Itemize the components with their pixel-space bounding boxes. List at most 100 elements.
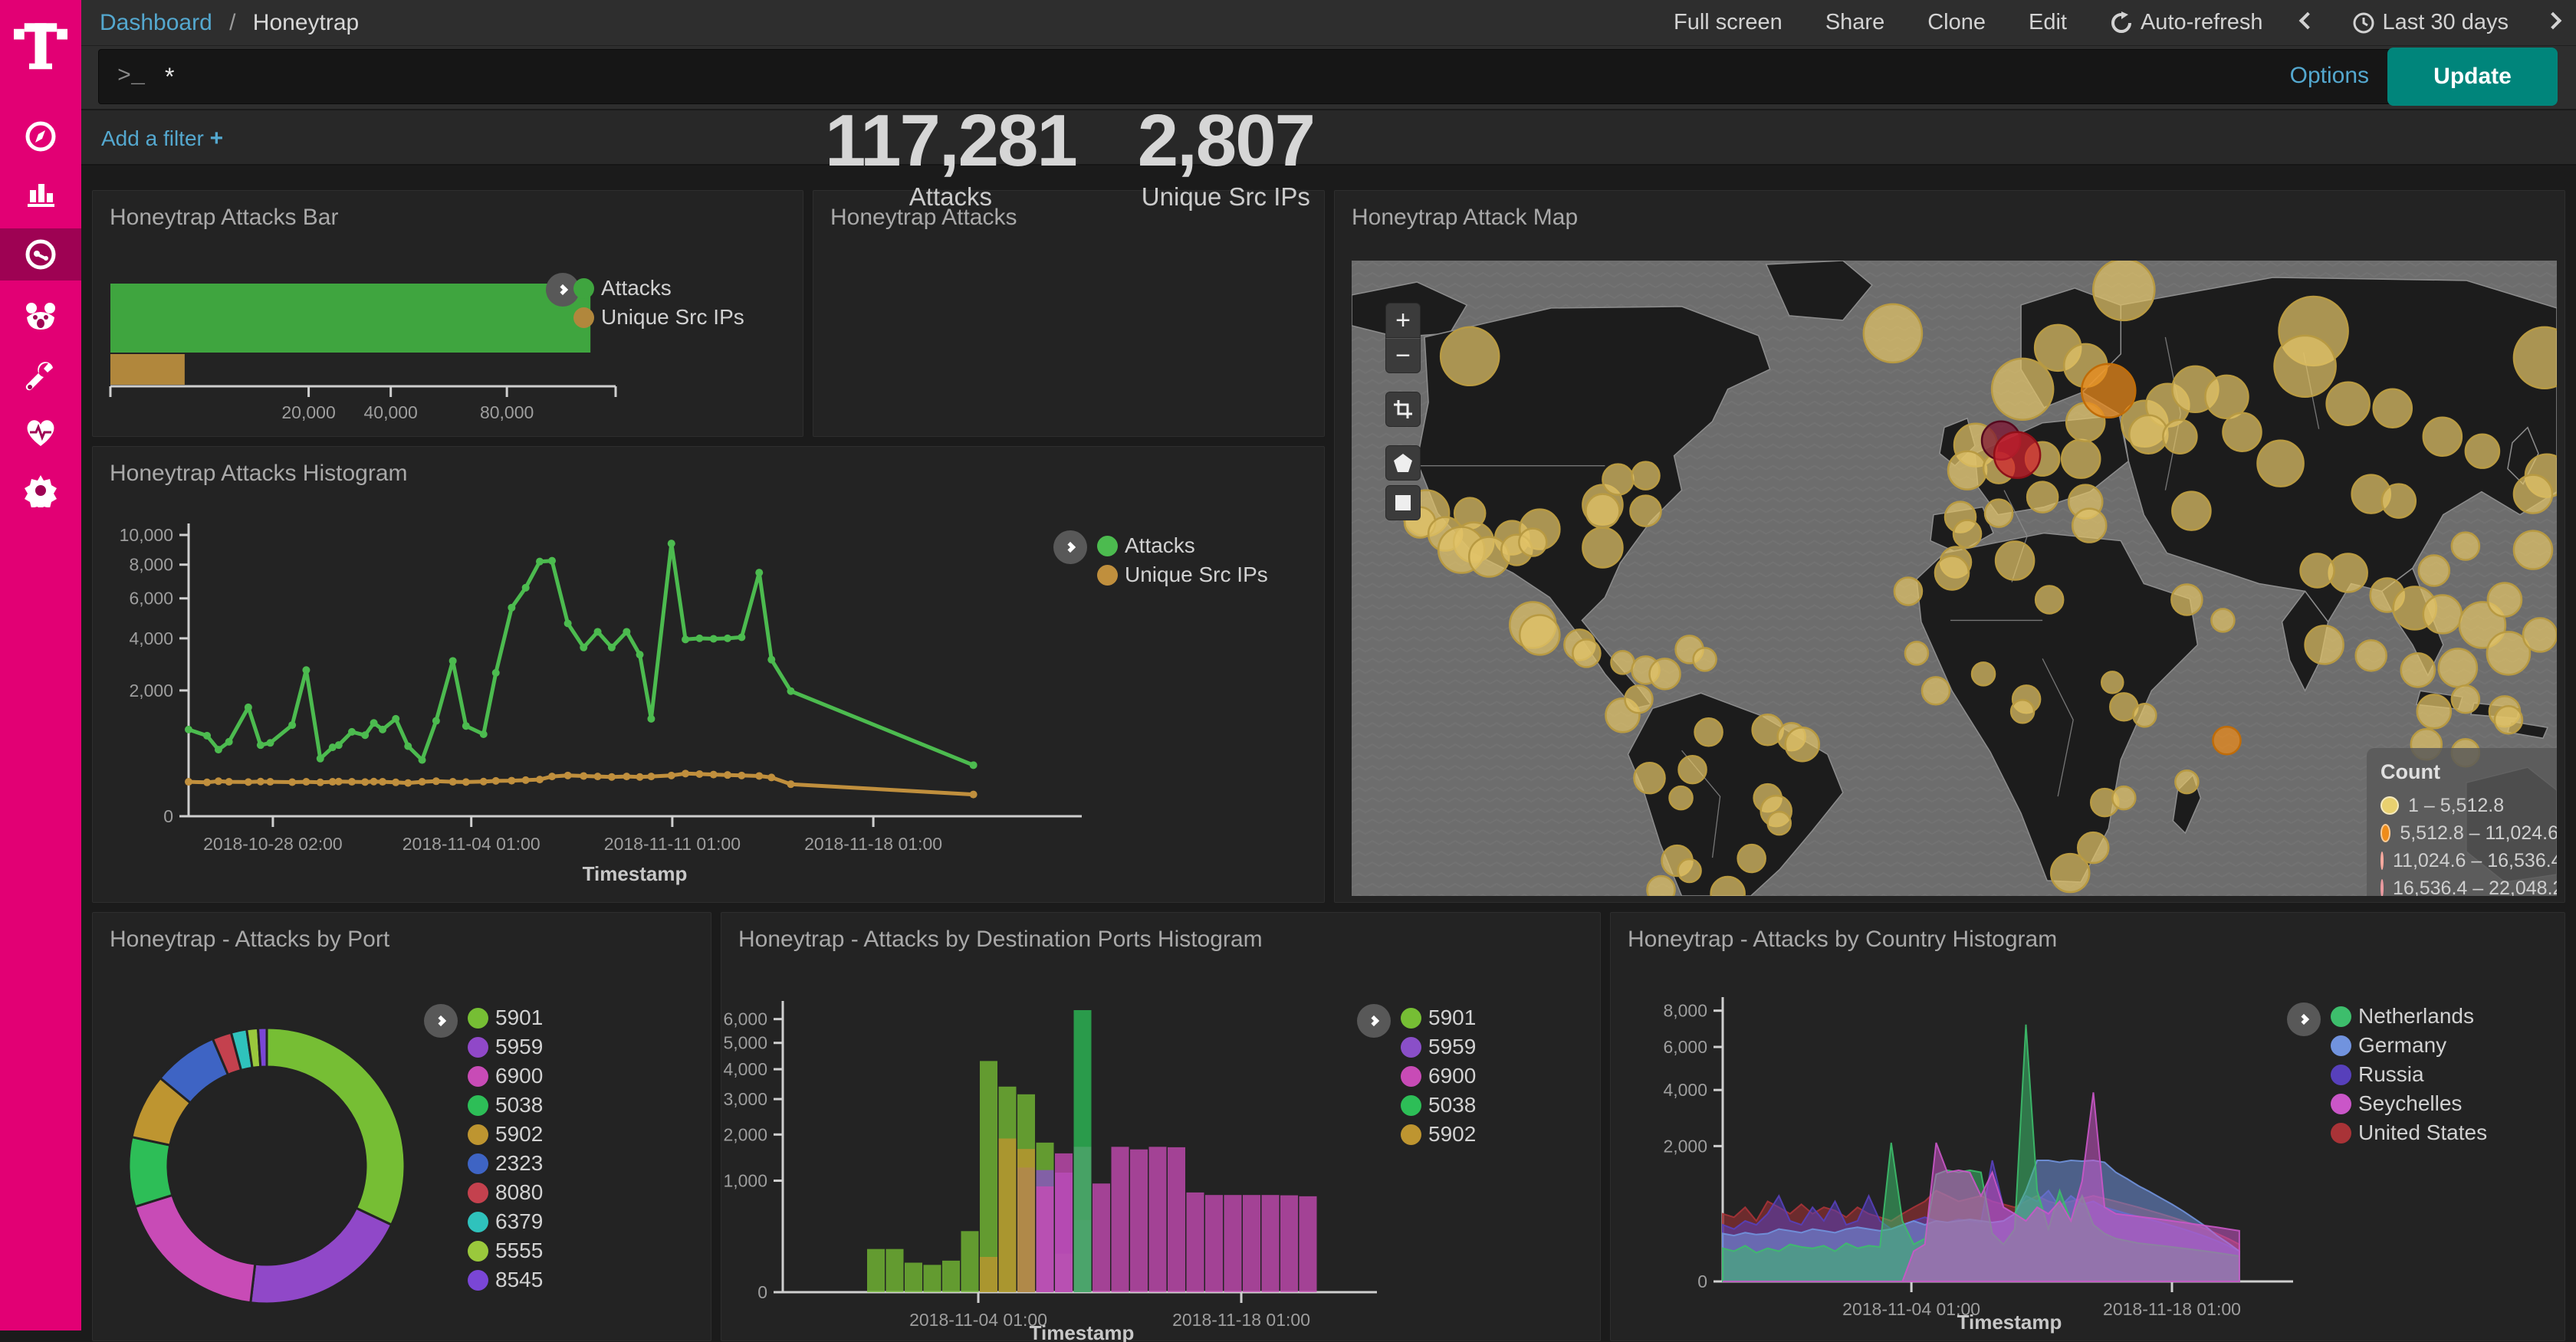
data-point[interactable] xyxy=(432,777,440,785)
hist-bar-6900[interactable] xyxy=(1168,1147,1185,1292)
legend-item[interactable]: United States xyxy=(2331,1118,2487,1147)
legend-item[interactable]: 5038 xyxy=(468,1091,543,1120)
bar-attacks[interactable] xyxy=(110,284,590,353)
map-bubble[interactable] xyxy=(1694,648,1717,671)
map-bubble[interactable] xyxy=(1922,677,1950,704)
sidebar-item-devtools[interactable] xyxy=(0,351,81,400)
hist-bar-5901[interactable] xyxy=(867,1249,885,1292)
fullscreen-button[interactable]: Full screen xyxy=(1652,10,1804,35)
data-point[interactable] xyxy=(302,666,310,674)
data-point[interactable] xyxy=(695,635,703,642)
zoom-out-button[interactable]: − xyxy=(1385,338,1421,373)
map-bubble[interactable] xyxy=(2495,706,2522,733)
hist-bar-5901[interactable] xyxy=(905,1263,922,1292)
data-point[interactable] xyxy=(738,772,745,779)
donut-slice-5901[interactable] xyxy=(267,1028,405,1225)
map-bubble[interactable] xyxy=(1894,578,1922,605)
data-point[interactable] xyxy=(508,777,515,785)
map-bubble[interactable] xyxy=(1953,520,1981,548)
map-bubble[interactable] xyxy=(1582,528,1622,568)
hist-bar-6900[interactable] xyxy=(1187,1193,1204,1292)
time-range-button[interactable]: Last 30 days xyxy=(2331,10,2530,35)
map-bubble[interactable] xyxy=(1994,432,2040,478)
data-point[interactable] xyxy=(266,739,274,746)
data-point[interactable] xyxy=(548,773,556,780)
data-point[interactable] xyxy=(203,779,211,786)
map-bubble[interactable] xyxy=(1520,615,1559,655)
map-bubble[interactable] xyxy=(2488,582,2522,616)
clone-button[interactable]: Clone xyxy=(1906,10,2007,35)
data-point[interactable] xyxy=(404,779,412,787)
sidebar-item-discover[interactable] xyxy=(0,112,81,161)
donut-slice-8545[interactable] xyxy=(258,1028,267,1067)
legend-item[interactable]: 2323 xyxy=(468,1149,543,1178)
legend-item[interactable]: 5959 xyxy=(468,1032,543,1061)
data-point[interactable] xyxy=(668,772,675,779)
data-point[interactable] xyxy=(317,779,324,786)
map-bubble[interactable] xyxy=(2401,653,2435,687)
data-point[interactable] xyxy=(755,569,763,576)
donut-slice-6900[interactable] xyxy=(135,1195,255,1302)
data-point[interactable] xyxy=(710,771,718,779)
legend-item[interactable]: 5555 xyxy=(468,1236,543,1265)
map-bubble[interactable] xyxy=(2072,509,2106,543)
sidebar-item-monitoring[interactable] xyxy=(0,408,81,457)
map-bubble[interactable] xyxy=(1948,451,1986,490)
data-point[interactable] xyxy=(449,778,457,786)
zoom-in-button[interactable]: + xyxy=(1385,303,1421,338)
data-point[interactable] xyxy=(682,635,689,643)
map-bubble[interactable] xyxy=(2062,440,2100,478)
data-point[interactable] xyxy=(564,619,572,627)
map-bubble[interactable] xyxy=(2051,854,2089,892)
data-point[interactable] xyxy=(724,771,731,779)
map-bubble[interactable] xyxy=(1634,763,1664,793)
data-point[interactable] xyxy=(738,633,745,641)
map-bubble[interactable] xyxy=(1602,464,1633,495)
data-point[interactable] xyxy=(419,778,426,786)
data-point[interactable] xyxy=(492,777,500,785)
map-bubble[interactable] xyxy=(1670,786,1693,809)
map-bubble[interactable] xyxy=(2374,389,2412,428)
hist-bar-5902[interactable] xyxy=(1017,1149,1035,1292)
data-point[interactable] xyxy=(767,773,775,781)
map-bubble[interactable] xyxy=(2305,625,2344,664)
data-point[interactable] xyxy=(536,776,544,783)
data-point[interactable] xyxy=(767,656,775,664)
legend-item[interactable]: Unique Src IPs xyxy=(1097,560,1268,589)
bar-unique-ips[interactable] xyxy=(110,354,185,385)
map-bubble[interactable] xyxy=(2466,435,2499,468)
data-point[interactable] xyxy=(317,755,324,763)
data-point[interactable] xyxy=(636,773,644,781)
data-point[interactable] xyxy=(215,777,222,785)
map-bubble[interactable] xyxy=(1738,845,1766,872)
legend-item[interactable]: Unique Src IPs xyxy=(573,303,744,332)
map-bubble[interactable] xyxy=(1647,876,1674,896)
data-point[interactable] xyxy=(370,719,378,727)
hist-bar-5902[interactable] xyxy=(980,1257,997,1292)
crop-tool-button[interactable] xyxy=(1385,392,1421,427)
data-point[interactable] xyxy=(335,778,343,786)
map-bubble[interactable] xyxy=(1441,327,1499,386)
data-point[interactable] xyxy=(462,778,470,786)
data-point[interactable] xyxy=(492,669,500,677)
data-point[interactable] xyxy=(580,772,587,779)
data-point[interactable] xyxy=(348,728,356,736)
map-bubble[interactable] xyxy=(1695,718,1723,746)
data-point[interactable] xyxy=(647,773,655,780)
hist-bar-5902[interactable] xyxy=(999,1138,1017,1292)
sidebar-item-beats[interactable] xyxy=(0,293,81,342)
hist-bar-6900[interactable] xyxy=(1130,1150,1148,1292)
data-point[interactable] xyxy=(225,738,233,746)
data-point[interactable] xyxy=(608,644,616,651)
hist-bar-5901[interactable] xyxy=(924,1265,941,1292)
data-point[interactable] xyxy=(379,778,386,786)
data-point[interactable] xyxy=(695,770,703,778)
update-button[interactable]: Update xyxy=(2387,48,2558,106)
data-point[interactable] xyxy=(449,657,457,664)
map-bubble[interactable] xyxy=(2101,671,2123,693)
search-input[interactable]: >_ * xyxy=(98,49,2456,104)
world-map[interactable]: + − Count 1 – 5,512.85,512.8 – 11,024.61… xyxy=(1352,261,2557,896)
hist-bar-5901[interactable] xyxy=(961,1231,979,1292)
map-bubble[interactable] xyxy=(2213,727,2240,754)
hist-bar-5901[interactable] xyxy=(942,1261,960,1292)
